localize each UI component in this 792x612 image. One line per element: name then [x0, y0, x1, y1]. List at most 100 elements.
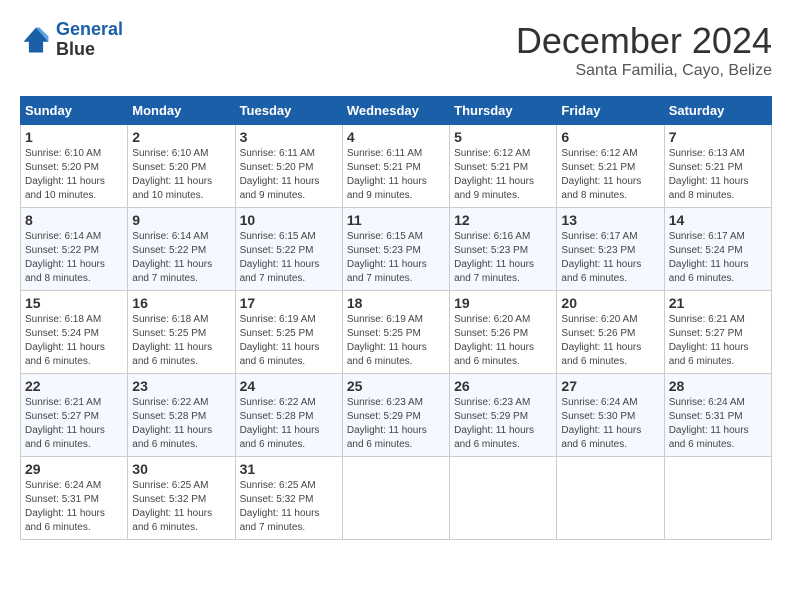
day-info: Sunrise: 6:13 AM Sunset: 5:21 PM Dayligh… — [669, 147, 767, 203]
day-number: 8 — [25, 212, 123, 228]
day-cell-16: 16 Sunrise: 6:18 AM Sunset: 5:25 PM Dayl… — [128, 291, 235, 374]
day-cell-17: 17 Sunrise: 6:19 AM Sunset: 5:25 PM Dayl… — [235, 291, 342, 374]
day-number: 21 — [669, 295, 767, 311]
day-number: 4 — [347, 129, 445, 145]
day-number: 7 — [669, 129, 767, 145]
day-number: 5 — [454, 129, 552, 145]
month-title: December 2024 — [516, 20, 772, 62]
day-info: Sunrise: 6:18 AM Sunset: 5:25 PM Dayligh… — [132, 313, 230, 369]
day-info: Sunrise: 6:15 AM Sunset: 5:22 PM Dayligh… — [240, 230, 338, 286]
day-info: Sunrise: 6:25 AM Sunset: 5:32 PM Dayligh… — [240, 479, 338, 535]
day-cell-1: 1 Sunrise: 6:10 AM Sunset: 5:20 PM Dayli… — [21, 125, 128, 208]
subtitle: Santa Familia, Cayo, Belize — [516, 62, 772, 80]
day-info: Sunrise: 6:14 AM Sunset: 5:22 PM Dayligh… — [132, 230, 230, 286]
day-number: 9 — [132, 212, 230, 228]
day-cell-3: 3 Sunrise: 6:11 AM Sunset: 5:20 PM Dayli… — [235, 125, 342, 208]
day-cell-19: 19 Sunrise: 6:20 AM Sunset: 5:26 PM Dayl… — [450, 291, 557, 374]
day-number: 20 — [561, 295, 659, 311]
logo-icon — [20, 24, 52, 56]
day-info: Sunrise: 6:10 AM Sunset: 5:20 PM Dayligh… — [25, 147, 123, 203]
calendar-week-5: 29 Sunrise: 6:24 AM Sunset: 5:31 PM Dayl… — [21, 457, 772, 540]
title-area: December 2024 Santa Familia, Cayo, Beliz… — [516, 20, 772, 80]
day-cell-21: 21 Sunrise: 6:21 AM Sunset: 5:27 PM Dayl… — [664, 291, 771, 374]
day-cell-24: 24 Sunrise: 6:22 AM Sunset: 5:28 PM Dayl… — [235, 374, 342, 457]
day-info: Sunrise: 6:17 AM Sunset: 5:23 PM Dayligh… — [561, 230, 659, 286]
day-number: 12 — [454, 212, 552, 228]
day-cell-5: 5 Sunrise: 6:12 AM Sunset: 5:21 PM Dayli… — [450, 125, 557, 208]
day-info: Sunrise: 6:22 AM Sunset: 5:28 PM Dayligh… — [132, 396, 230, 452]
day-number: 31 — [240, 461, 338, 477]
calendar-week-1: 1 Sunrise: 6:10 AM Sunset: 5:20 PM Dayli… — [21, 125, 772, 208]
empty-cell — [664, 457, 771, 540]
logo: General Blue — [20, 20, 123, 60]
day-cell-22: 22 Sunrise: 6:21 AM Sunset: 5:27 PM Dayl… — [21, 374, 128, 457]
day-info: Sunrise: 6:25 AM Sunset: 5:32 PM Dayligh… — [132, 479, 230, 535]
calendar-week-4: 22 Sunrise: 6:21 AM Sunset: 5:27 PM Dayl… — [21, 374, 772, 457]
day-cell-28: 28 Sunrise: 6:24 AM Sunset: 5:31 PM Dayl… — [664, 374, 771, 457]
day-number: 10 — [240, 212, 338, 228]
day-info: Sunrise: 6:15 AM Sunset: 5:23 PM Dayligh… — [347, 230, 445, 286]
header-monday: Monday — [128, 97, 235, 125]
header-saturday: Saturday — [664, 97, 771, 125]
day-info: Sunrise: 6:17 AM Sunset: 5:24 PM Dayligh… — [669, 230, 767, 286]
day-info: Sunrise: 6:19 AM Sunset: 5:25 PM Dayligh… — [347, 313, 445, 369]
day-number: 24 — [240, 378, 338, 394]
header: General Blue December 2024 Santa Familia… — [20, 20, 772, 80]
day-cell-25: 25 Sunrise: 6:23 AM Sunset: 5:29 PM Dayl… — [342, 374, 449, 457]
day-number: 26 — [454, 378, 552, 394]
day-cell-9: 9 Sunrise: 6:14 AM Sunset: 5:22 PM Dayli… — [128, 208, 235, 291]
day-number: 11 — [347, 212, 445, 228]
day-cell-26: 26 Sunrise: 6:23 AM Sunset: 5:29 PM Dayl… — [450, 374, 557, 457]
empty-cell — [450, 457, 557, 540]
day-info: Sunrise: 6:24 AM Sunset: 5:30 PM Dayligh… — [561, 396, 659, 452]
day-number: 23 — [132, 378, 230, 394]
calendar-week-3: 15 Sunrise: 6:18 AM Sunset: 5:24 PM Dayl… — [21, 291, 772, 374]
day-info: Sunrise: 6:24 AM Sunset: 5:31 PM Dayligh… — [669, 396, 767, 452]
day-cell-20: 20 Sunrise: 6:20 AM Sunset: 5:26 PM Dayl… — [557, 291, 664, 374]
day-cell-29: 29 Sunrise: 6:24 AM Sunset: 5:31 PM Dayl… — [21, 457, 128, 540]
day-info: Sunrise: 6:22 AM Sunset: 5:28 PM Dayligh… — [240, 396, 338, 452]
day-cell-2: 2 Sunrise: 6:10 AM Sunset: 5:20 PM Dayli… — [128, 125, 235, 208]
header-thursday: Thursday — [450, 97, 557, 125]
day-cell-23: 23 Sunrise: 6:22 AM Sunset: 5:28 PM Dayl… — [128, 374, 235, 457]
day-cell-12: 12 Sunrise: 6:16 AM Sunset: 5:23 PM Dayl… — [450, 208, 557, 291]
day-number: 13 — [561, 212, 659, 228]
day-number: 14 — [669, 212, 767, 228]
day-number: 22 — [25, 378, 123, 394]
day-cell-30: 30 Sunrise: 6:25 AM Sunset: 5:32 PM Dayl… — [128, 457, 235, 540]
header-tuesday: Tuesday — [235, 97, 342, 125]
day-number: 30 — [132, 461, 230, 477]
empty-cell — [342, 457, 449, 540]
day-cell-7: 7 Sunrise: 6:13 AM Sunset: 5:21 PM Dayli… — [664, 125, 771, 208]
calendar-week-2: 8 Sunrise: 6:14 AM Sunset: 5:22 PM Dayli… — [21, 208, 772, 291]
day-number: 17 — [240, 295, 338, 311]
day-cell-15: 15 Sunrise: 6:18 AM Sunset: 5:24 PM Dayl… — [21, 291, 128, 374]
day-info: Sunrise: 6:10 AM Sunset: 5:20 PM Dayligh… — [132, 147, 230, 203]
day-info: Sunrise: 6:23 AM Sunset: 5:29 PM Dayligh… — [454, 396, 552, 452]
day-number: 15 — [25, 295, 123, 311]
empty-cell — [557, 457, 664, 540]
day-info: Sunrise: 6:23 AM Sunset: 5:29 PM Dayligh… — [347, 396, 445, 452]
day-number: 29 — [25, 461, 123, 477]
header-sunday: Sunday — [21, 97, 128, 125]
day-cell-31: 31 Sunrise: 6:25 AM Sunset: 5:32 PM Dayl… — [235, 457, 342, 540]
day-info: Sunrise: 6:20 AM Sunset: 5:26 PM Dayligh… — [454, 313, 552, 369]
day-info: Sunrise: 6:16 AM Sunset: 5:23 PM Dayligh… — [454, 230, 552, 286]
day-cell-8: 8 Sunrise: 6:14 AM Sunset: 5:22 PM Dayli… — [21, 208, 128, 291]
day-info: Sunrise: 6:12 AM Sunset: 5:21 PM Dayligh… — [561, 147, 659, 203]
day-info: Sunrise: 6:24 AM Sunset: 5:31 PM Dayligh… — [25, 479, 123, 535]
day-cell-14: 14 Sunrise: 6:17 AM Sunset: 5:24 PM Dayl… — [664, 208, 771, 291]
day-cell-27: 27 Sunrise: 6:24 AM Sunset: 5:30 PM Dayl… — [557, 374, 664, 457]
day-info: Sunrise: 6:21 AM Sunset: 5:27 PM Dayligh… — [669, 313, 767, 369]
day-cell-13: 13 Sunrise: 6:17 AM Sunset: 5:23 PM Dayl… — [557, 208, 664, 291]
day-number: 28 — [669, 378, 767, 394]
day-info: Sunrise: 6:21 AM Sunset: 5:27 PM Dayligh… — [25, 396, 123, 452]
day-number: 3 — [240, 129, 338, 145]
day-info: Sunrise: 6:20 AM Sunset: 5:26 PM Dayligh… — [561, 313, 659, 369]
header-friday: Friday — [557, 97, 664, 125]
day-cell-4: 4 Sunrise: 6:11 AM Sunset: 5:21 PM Dayli… — [342, 125, 449, 208]
day-number: 18 — [347, 295, 445, 311]
calendar-header-row: Sunday Monday Tuesday Wednesday Thursday… — [21, 97, 772, 125]
day-number: 6 — [561, 129, 659, 145]
day-cell-18: 18 Sunrise: 6:19 AM Sunset: 5:25 PM Dayl… — [342, 291, 449, 374]
